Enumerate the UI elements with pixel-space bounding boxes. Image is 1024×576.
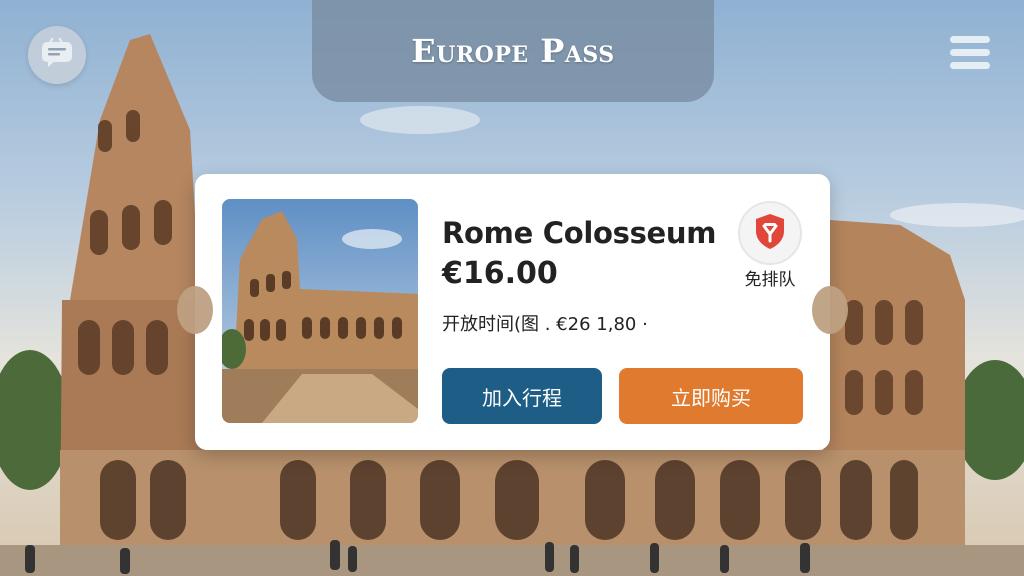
buy-now-button[interactable]: 立即购买 — [619, 368, 803, 424]
ticket-card: Rome Colosseum €16.00 开放时间(图 . €26 1,80 … — [177, 174, 848, 450]
menu-button[interactable] — [950, 36, 990, 72]
add-to-itinerary-button[interactable]: 加入行程 — [442, 368, 602, 424]
ticket-notch-right — [812, 286, 848, 334]
ticket-price: €16.00 — [442, 256, 558, 291]
ticket-title: Rome Colosseum — [442, 216, 717, 250]
hamburger-menu-icon — [950, 36, 990, 69]
brand-title: Europe Pass — [411, 32, 615, 70]
colosseum-thumbnail — [222, 199, 418, 423]
skip-queue-badge: 免排队 — [737, 201, 803, 290]
chat-button[interactable] — [28, 26, 86, 84]
shield-skip-queue-icon — [753, 212, 787, 254]
opening-hours: 开放时间(图 . €26 1,80 · — [442, 314, 648, 335]
badge-label: 免排队 — [744, 270, 796, 290]
brand-header: Europe Pass — [312, 0, 714, 102]
chat-bubble-icon — [40, 37, 74, 72]
ticket-notch-left — [177, 286, 213, 334]
